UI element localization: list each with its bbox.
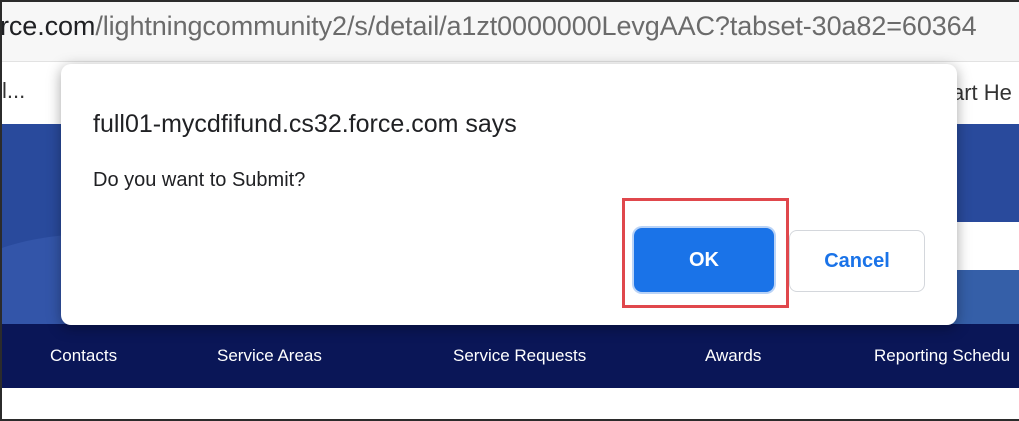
nav-item-awards[interactable]: Awards bbox=[705, 346, 761, 366]
url-host: rce.com bbox=[2, 11, 96, 41]
url-path: /lightningcommunity2/s/detail/a1zt000000… bbox=[95, 11, 977, 41]
site-navigation: Contacts Service Areas Service Requests … bbox=[2, 324, 1019, 388]
dialog-message: Do you want to Submit? bbox=[93, 169, 306, 191]
nav-item-service-requests[interactable]: Service Requests bbox=[453, 346, 586, 366]
nav-item-contacts[interactable]: Contacts bbox=[50, 346, 117, 366]
bookmark-item-right[interactable]: art He bbox=[952, 80, 1012, 106]
ok-button[interactable]: OK bbox=[634, 228, 774, 292]
nav-item-service-areas[interactable]: Service Areas bbox=[217, 346, 322, 366]
nav-item-reporting-schedule[interactable]: Reporting Schedu bbox=[874, 346, 1010, 366]
address-bar[interactable]: rce.com/lightningcommunity2/s/detail/a1z… bbox=[2, 2, 1019, 62]
cancel-button[interactable]: Cancel bbox=[789, 230, 925, 292]
confirm-dialog: full01-mycdfifund.cs32.force.com says Do… bbox=[61, 64, 957, 325]
bookmark-item-left[interactable]: l... bbox=[2, 78, 25, 104]
dialog-title: full01-mycdfifund.cs32.force.com says bbox=[93, 110, 517, 138]
url-text[interactable]: rce.com/lightningcommunity2/s/detail/a1z… bbox=[2, 11, 977, 42]
